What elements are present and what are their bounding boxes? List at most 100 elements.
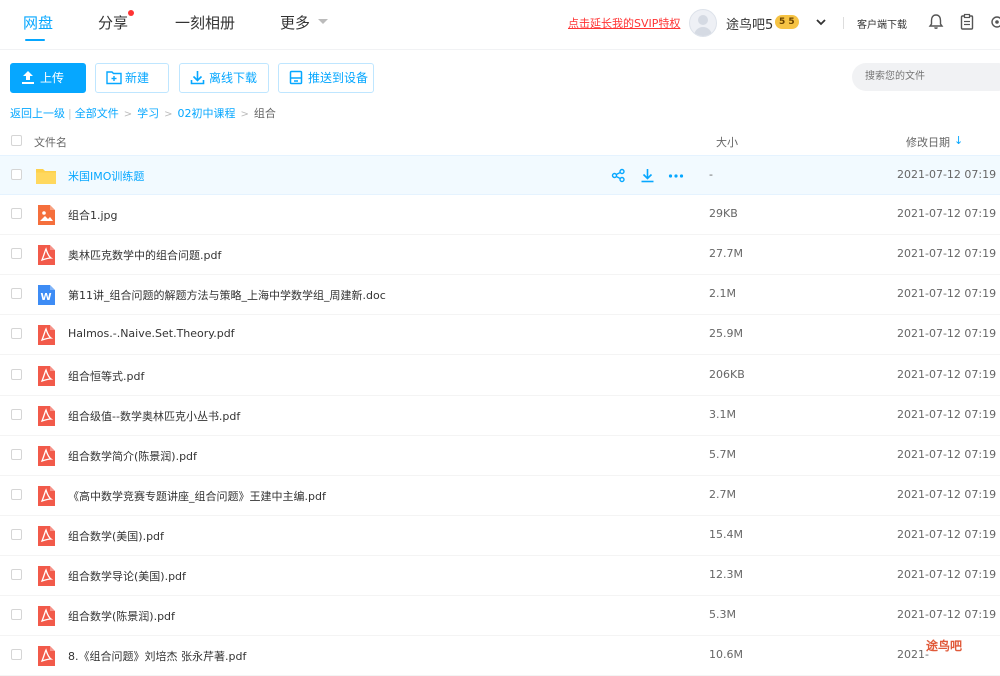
download-icon[interactable] bbox=[640, 168, 655, 183]
notification-dot bbox=[128, 10, 134, 16]
image-file-icon bbox=[38, 205, 55, 226]
chevron-right-icon: > bbox=[164, 109, 173, 120]
file-row[interactable]: 8.《组合问题》刘培杰 张永芹著.pdf 10.6M 2021- bbox=[0, 636, 1000, 676]
file-row[interactable]: 组合数学(陈景润).pdf 5.3M 2021-07-12 07:19 bbox=[0, 596, 1000, 637]
divider bbox=[843, 17, 844, 29]
username[interactable]: 途鸟吧5 bbox=[726, 14, 773, 33]
file-date: 2021-07-12 07:19 bbox=[897, 568, 997, 581]
share-icon[interactable] bbox=[611, 168, 626, 183]
row-checkbox[interactable] bbox=[11, 248, 22, 260]
file-date: 2021-07-12 07:19 bbox=[897, 487, 997, 501]
push-to-device-button[interactable]: 推送到设备 bbox=[278, 63, 374, 93]
row-checkbox[interactable] bbox=[11, 488, 22, 500]
upload-button[interactable]: 上传 bbox=[10, 63, 86, 93]
clipboard-icon[interactable] bbox=[958, 13, 976, 31]
file-name[interactable]: 组合数学导论(美国).pdf bbox=[68, 568, 186, 584]
file-size: 25.9M bbox=[709, 327, 743, 341]
breadcrumb-item[interactable]: 02初中课程 bbox=[178, 105, 236, 121]
row-checkbox[interactable] bbox=[11, 528, 22, 540]
nav-share[interactable]: 分享 bbox=[98, 12, 128, 33]
nav-netdisk[interactable]: 网盘 bbox=[23, 12, 53, 33]
row-checkbox[interactable] bbox=[11, 649, 22, 661]
file-size: 12.3M bbox=[709, 568, 743, 581]
new-button[interactable]: 新建 bbox=[95, 63, 169, 93]
file-row[interactable]: 奥林匹克数学中的组合问题.pdf 27.7M 2021-07-12 07:19 bbox=[0, 235, 1000, 276]
select-all-checkbox[interactable] bbox=[11, 135, 22, 146]
column-header-date[interactable]: 修改日期 bbox=[906, 134, 950, 150]
client-download-link[interactable]: 客户端下载 bbox=[857, 16, 907, 31]
file-size: 2.1M bbox=[709, 287, 736, 301]
file-row[interactable]: 组合级值--数学奥林匹克小丛书.pdf 3.1M 2021-07-12 07:19 bbox=[0, 396, 1000, 436]
row-checkbox[interactable] bbox=[11, 328, 22, 340]
file-name[interactable]: 8.《组合问题》刘培杰 张永芹著.pdf bbox=[68, 648, 246, 664]
pdf-file-icon bbox=[38, 525, 55, 546]
column-header-size[interactable]: 大小 bbox=[716, 134, 738, 150]
row-checkbox[interactable] bbox=[11, 169, 22, 180]
chevron-right-icon: > bbox=[240, 109, 249, 120]
sort-descending-icon[interactable]: ↓ bbox=[954, 134, 963, 147]
breadcrumb: 返回上一级 | 全部文件 > 学习 >02初中课程 > 组合 bbox=[10, 105, 276, 121]
file-row[interactable]: Halmos.-.Naive.Set.Theory.pdf 25.9M 2021-0… bbox=[0, 315, 1000, 356]
file-name[interactable]: 组合数学(陈景润).pdf bbox=[68, 608, 175, 624]
file-name[interactable]: 组合恒等式.pdf bbox=[68, 368, 144, 384]
push-to-device-label: 推送到设备 bbox=[308, 71, 369, 85]
file-size: 10.6M bbox=[709, 648, 743, 662]
file-name[interactable]: 组合数学简介(陈景润).pdf bbox=[68, 448, 197, 464]
search-input[interactable] bbox=[852, 63, 1000, 91]
row-checkbox[interactable] bbox=[11, 368, 22, 380]
row-checkbox[interactable] bbox=[11, 288, 22, 300]
back-link[interactable]: 返回上一级 bbox=[10, 105, 65, 121]
breadcrumb-all-files[interactable]: 全部文件 bbox=[75, 105, 119, 121]
file-name[interactable]: 《高中数学竞赛专题讲座_组合问题》王建中主编.pdf bbox=[68, 488, 326, 504]
file-date: 2021-07-12 07:19 bbox=[897, 527, 997, 541]
nav-photo-album[interactable]: 一刻相册 bbox=[175, 12, 235, 33]
nav-more[interactable]: 更多 bbox=[280, 12, 310, 33]
file-size: 3.1M bbox=[709, 407, 736, 421]
file-name[interactable]: 组合数学(美国).pdf bbox=[68, 528, 164, 544]
device-icon bbox=[289, 70, 303, 85]
file-date: 2021-07-12 07:19 bbox=[897, 407, 997, 421]
more-options-icon[interactable] bbox=[668, 168, 684, 183]
row-checkbox[interactable] bbox=[11, 208, 22, 220]
file-row[interactable]: 《高中数学竞赛专题讲座_组合问题》王建中主编.pdf 2.7M 2021-07-12… bbox=[0, 476, 1000, 516]
bell-icon[interactable] bbox=[927, 13, 945, 31]
offline-download-button[interactable]: 离线下载 bbox=[179, 63, 269, 93]
offline-download-label: 离线下载 bbox=[209, 71, 258, 85]
pdf-file-icon bbox=[38, 646, 55, 667]
file-size: 5.7M bbox=[709, 447, 736, 461]
row-checkbox[interactable] bbox=[11, 448, 22, 460]
file-name[interactable]: Halmos.-.Naive.Set.Theory.pdf bbox=[68, 327, 235, 340]
file-row[interactable]: 组合恒等式.pdf 206KB 2021-07-12 07:19 bbox=[0, 356, 1000, 396]
file-name[interactable]: 组合级值--数学奥林匹克小丛书.pdf bbox=[68, 408, 240, 424]
pdf-file-icon bbox=[38, 606, 55, 627]
row-checkbox[interactable] bbox=[11, 609, 22, 621]
svip-promo-link[interactable]: 点击延长我的SVIP特权 bbox=[568, 15, 680, 31]
file-size: 2.7M bbox=[709, 487, 736, 501]
file-row[interactable]: 组合数学简介(陈景润).pdf 5.7M 2021-07-12 07:19 bbox=[0, 436, 1000, 476]
row-checkbox[interactable] bbox=[11, 408, 22, 420]
file-date: 2021-07-12 07:19 bbox=[897, 168, 997, 181]
settings-icon[interactable] bbox=[988, 13, 1000, 31]
file-name[interactable]: 奥林匹克数学中的组合问题.pdf bbox=[68, 247, 221, 263]
file-date: 2021-07-12 07:19 bbox=[897, 207, 997, 221]
file-date: 2021-07-12 07:19 bbox=[897, 608, 997, 622]
breadcrumb-current: 组合 bbox=[253, 107, 276, 120]
file-name[interactable]: 第11讲_组合问题的解题方法与策略_上海中学数学组_周建新.doc bbox=[68, 287, 386, 303]
upload-icon bbox=[22, 71, 34, 84]
avatar[interactable] bbox=[689, 9, 717, 37]
row-checkbox[interactable] bbox=[11, 569, 22, 580]
pdf-file-icon bbox=[38, 365, 55, 386]
file-row[interactable]: W 第11讲_组合问题的解题方法与策略_上海中学数学组_周建新.doc 2.1M 20… bbox=[0, 275, 1000, 316]
file-name[interactable]: 组合1.jpg bbox=[68, 207, 118, 223]
file-row-selected[interactable]: 米国IMO训练题 - 2021-07-12 07:19 bbox=[0, 155, 1000, 195]
breadcrumb-item[interactable]: 学习 bbox=[137, 105, 159, 121]
file-row[interactable]: 组合1.jpg 29KB 2021-07-12 07:19 bbox=[0, 195, 1000, 236]
chevron-down-icon[interactable] bbox=[815, 16, 827, 28]
file-row[interactable]: 组合数学导论(美国).pdf 12.3M 2021-07-12 07:19 bbox=[0, 556, 1000, 596]
pdf-file-icon bbox=[38, 325, 55, 346]
column-header-name[interactable]: 文件名 bbox=[34, 134, 67, 150]
word-doc-icon: W bbox=[38, 285, 55, 306]
file-date: 2021-07-12 07:19 bbox=[897, 367, 997, 381]
file-name[interactable]: 米国IMO训练题 bbox=[68, 168, 144, 184]
file-row[interactable]: 组合数学(美国).pdf 15.4M 2021-07-12 07:19 bbox=[0, 516, 1000, 556]
